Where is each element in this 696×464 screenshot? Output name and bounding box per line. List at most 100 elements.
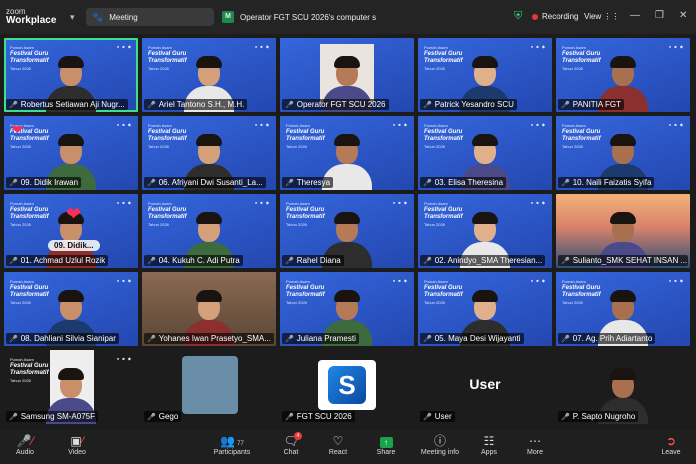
- meeting-title-text: Operator FGT SCU 2026's computer s: [240, 12, 377, 22]
- restore-icon[interactable]: ❐: [655, 10, 664, 21]
- mic-muted-icon: 🎤: [561, 101, 570, 109]
- leave-label: Leave: [661, 449, 681, 456]
- apps-label: Apps: [481, 449, 497, 456]
- festival-logo: Pumah Asam Festival Guru Transformatif Tahu…: [286, 201, 325, 227]
- audio-button[interactable]: 🎤⁄ Audio: [2, 433, 48, 456]
- participant-tile[interactable]: Pumah Asam Festival Guru Transformatif Tahu…: [142, 194, 276, 268]
- participant-tile[interactable]: Pumah Asam Festival Guru Transformatif Tahu…: [556, 116, 690, 190]
- participant-tile[interactable]: Pumah Asam Festival Guru Transformatif Tahu…: [142, 116, 276, 190]
- video-button[interactable]: ▣⁄ Video: [54, 433, 100, 456]
- festival-logo: Pumah Asam Festival Guru Transformatif Tahu…: [424, 123, 463, 149]
- participant-name: 05. Maya Desi Wijayanti: [434, 334, 521, 343]
- mic-muted-icon: 🎤: [561, 257, 570, 265]
- close-icon[interactable]: ✕: [679, 10, 687, 21]
- mic-muted-icon: 🎤: [423, 257, 432, 265]
- participant-name-tag: 🎤 P. Sapto Nugroho: [558, 411, 639, 422]
- participant-tile[interactable]: Pumah Asam Festival Guru Transformatif Tahu…: [4, 116, 138, 190]
- participant-name-tag: 🎤 Ariel Tantono S.H., M.H.: [144, 99, 248, 110]
- video-grid: Pumah Asam Festival Guru Transformatif Tahu…: [4, 38, 692, 426]
- festival-logo: Pumah Asam Festival Guru Transformatif Tahu…: [424, 45, 463, 71]
- participant-name: Ariel Tantono S.H., M.H.: [158, 100, 245, 109]
- video-off-icon: ▣⁄: [70, 434, 84, 448]
- meeting-title[interactable]: M Operator FGT SCU 2026's computer s: [222, 11, 522, 23]
- mic-muted-icon: 🎤: [147, 179, 156, 187]
- participant-tile[interactable]: Pumah Asam Festival Guru Transformatif Tahu…: [418, 272, 552, 346]
- participants-button[interactable]: 👥 77 Participants: [207, 433, 257, 456]
- participants-count: 77: [237, 441, 244, 447]
- participant-tile[interactable]: Pumah Asam Festival Guru Transformatif Tahu…: [4, 350, 138, 424]
- participant-name-tag: 🎤 Sulianto_SMK SEHAT INSAN ...: [558, 255, 688, 266]
- recording-label: Recording: [542, 12, 579, 21]
- participant-tile[interactable]: 🎤 P. Sapto Nugroho: [556, 350, 690, 424]
- sponsor-logos-icon: ● ■ ◆: [668, 122, 684, 127]
- participant-tile[interactable]: User 🎤 User: [418, 350, 552, 424]
- participant-tile[interactable]: Pumah Asam Festival Guru Transformatif Tahu…: [4, 194, 138, 268]
- chat-button[interactable]: 🗨 4 Chat: [268, 432, 314, 456]
- minimize-icon[interactable]: —: [630, 10, 640, 21]
- zoom-window: zoom Workplace ▾ 🐾 Meeting M Operator FG…: [0, 0, 696, 464]
- participant-name-tag: 🎤 FGT SCU 2026: [282, 411, 355, 422]
- user-placeholder-text: User: [469, 376, 501, 392]
- share-button[interactable]: ↑ Share: [363, 433, 409, 456]
- participants-icon: 👥 77: [220, 434, 244, 448]
- participant-name-tag: 🎤 10. Naili Faizatis Syifa: [558, 177, 655, 188]
- participant-name-tag: 🎤 05. Maya Desi Wijayanti: [420, 333, 524, 344]
- chevron-down-icon[interactable]: ▾: [70, 12, 84, 23]
- react-button[interactable]: ♡ React: [315, 433, 361, 456]
- participant-tile[interactable]: Pumah Asam Festival Guru Transformatif Tahu…: [418, 38, 552, 112]
- more-button[interactable]: ⋯ More: [512, 433, 558, 456]
- sponsor-logos-icon: ● ■ ◆: [530, 44, 546, 49]
- participant-tile[interactable]: Pumah Asam Festival Guru Transformatif Tahu…: [418, 194, 552, 268]
- view-label: View: [584, 12, 602, 21]
- mic-muted-icon: 🎤: [147, 413, 156, 421]
- participant-name: 04. Kukuh C. Adi Putra: [158, 256, 240, 265]
- participant-tile[interactable]: 🎤 Sulianto_SMK SEHAT INSAN ...: [556, 194, 690, 268]
- participant-name-tag: 🎤 06. Afriyani Dwi Susanti_La...: [144, 177, 266, 188]
- participant-name-tag: 🎤 02. Anindyo_SMA Theresian...: [420, 255, 546, 266]
- sponsor-logos-icon: ● ■ ◆: [668, 44, 684, 49]
- participant-tile[interactable]: S 🎤 FGT SCU 2026: [280, 350, 414, 424]
- participant-tile[interactable]: Pumah Asam Festival Guru Transformatif Tahu…: [280, 272, 414, 346]
- apps-button[interactable]: ☷ Apps: [466, 433, 512, 456]
- mic-muted-icon: 🎤: [9, 413, 18, 421]
- festival-logo: Pumah Asam Festival Guru Transformatif Tahu…: [148, 45, 187, 71]
- participant-tile[interactable]: Pumah Asam Festival Guru Transformatif Tahu…: [280, 116, 414, 190]
- participant-tile[interactable]: Pumah Asam Festival Guru Transformatif Tahu…: [556, 272, 690, 346]
- participant-tile[interactable]: 🎤 Operator FGT SCU 2026: [280, 38, 414, 112]
- reaction-bubble: 09. Didik...: [48, 240, 100, 251]
- mic-muted-icon: 🎤: [423, 101, 432, 109]
- participant-tile[interactable]: Pumah Asam Festival Guru Transformatif Tahu…: [142, 38, 276, 112]
- zoom-workplace-logo[interactable]: zoom Workplace: [0, 8, 70, 26]
- participant-name-tag: 🎤 Rahel Diana: [282, 255, 344, 266]
- participant-name-tag: 🎤 Patrick Yesandro SCU: [420, 99, 517, 110]
- festival-logo: Pumah Asam Festival Guru Transformatif Tahu…: [286, 123, 325, 149]
- participant-tile[interactable]: 🎤 Yohanes Iwan Prasetyo_SMA...: [142, 272, 276, 346]
- recording-indicator[interactable]: Recording: [532, 12, 578, 21]
- meeting-info-button[interactable]: ⓘ Meeting info: [416, 433, 464, 456]
- participants-label: Participants: [213, 449, 251, 456]
- leave-button[interactable]: ➲ Leave: [648, 433, 694, 456]
- meeting-tab[interactable]: 🐾 Meeting: [86, 8, 214, 26]
- sponsor-logos-icon: ● ■ ◆: [668, 278, 684, 283]
- participant-tile[interactable]: Pumah Asam Festival Guru Transformatif Tahu…: [4, 38, 138, 112]
- participant-name-tag: 🎤 Yohanes Iwan Prasetyo_SMA...: [144, 333, 274, 344]
- participant-name-tag: 🎤 PANITIA FGT: [558, 99, 625, 110]
- participant-tile[interactable]: Pumah Asam Festival Guru Transformatif Tahu…: [418, 116, 552, 190]
- security-shield-icon[interactable]: ⛨: [514, 10, 525, 22]
- participant-name: Samsung SM-A075F: [20, 412, 95, 421]
- participant-name-tag: 🎤 Gego: [144, 411, 182, 422]
- sponsor-logos-icon: ● ■ ◆: [254, 200, 270, 205]
- participant-tile[interactable]: Pumah Asam Festival Guru Transformatif Tahu…: [556, 38, 690, 112]
- participant-tile[interactable]: 🎤 Gego: [142, 350, 276, 424]
- meeting-host-badge-icon: M: [222, 11, 234, 23]
- participant-name: 08. Dahliani Silvia Sianipar: [20, 334, 116, 343]
- festival-logo: Pumah Asam Festival Guru Transformatif Tahu…: [424, 279, 463, 305]
- meeting-toolbar: 🎤⁄ Audio ▣⁄ Video 👥 77 Participants 🗨 4 C…: [0, 430, 696, 464]
- participant-tile[interactable]: Pumah Asam Festival Guru Transformatif Tahu…: [4, 272, 138, 346]
- mic-muted-icon: 🎤: [9, 335, 18, 343]
- sponsor-logos-icon: ● ■ ◆: [116, 200, 132, 205]
- festival-logo: Pumah Asam Festival Guru Transformatif Tahu…: [424, 201, 463, 227]
- participant-tile[interactable]: Pumah Asam Festival Guru Transformatif Tahu…: [280, 194, 414, 268]
- view-button[interactable]: View ⋮⋮: [584, 12, 619, 21]
- fgt-logo: S: [318, 360, 376, 410]
